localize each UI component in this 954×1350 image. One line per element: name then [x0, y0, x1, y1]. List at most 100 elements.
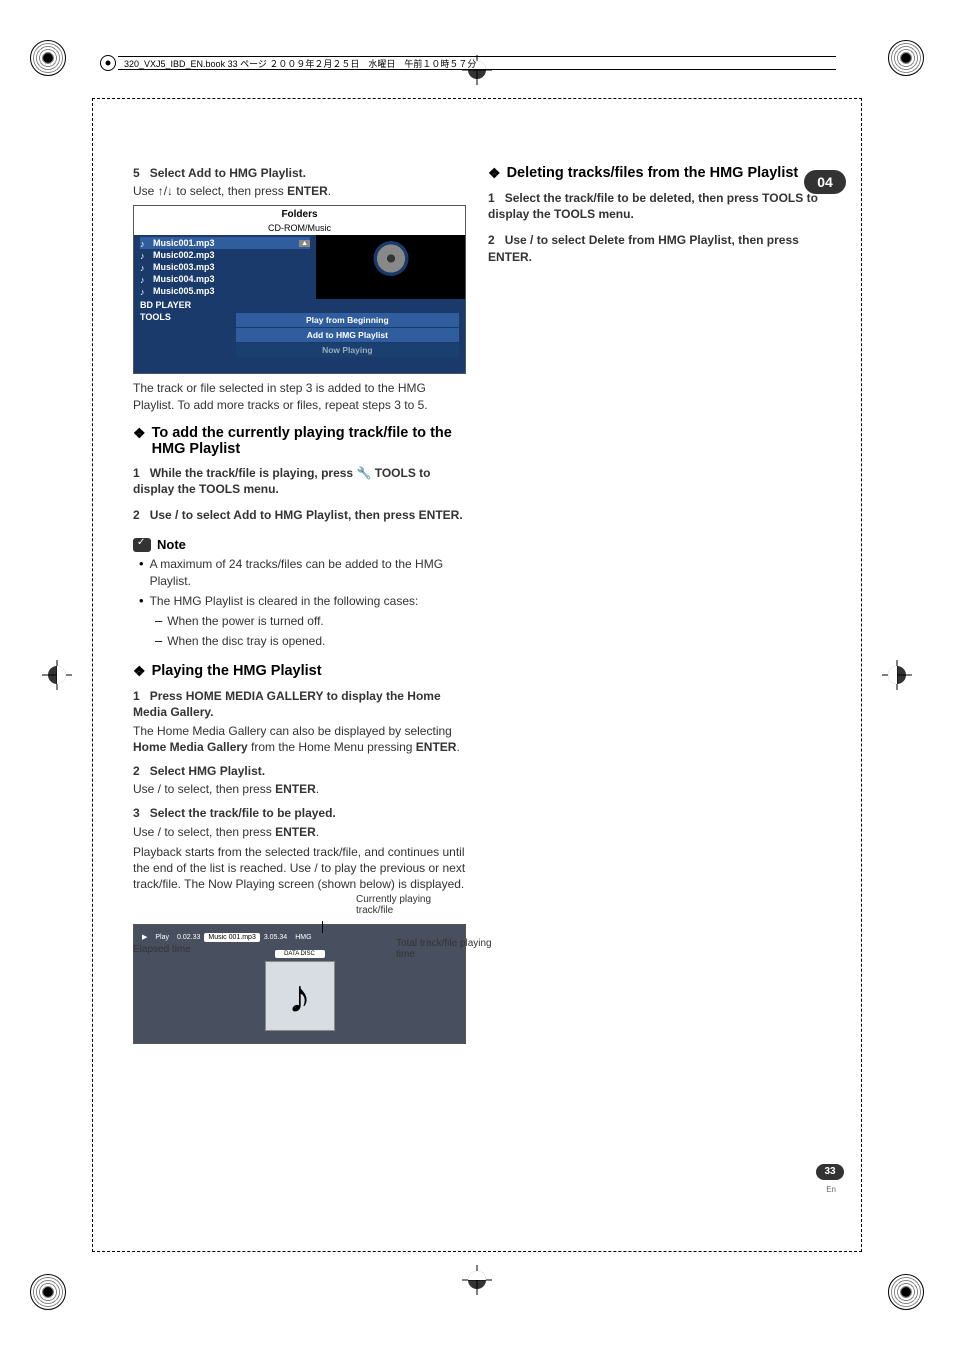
play-s2-text: Select HMG Playlist. [150, 764, 265, 778]
heading-delete: ❖ Deleting tracks/files from the HMG Pla… [488, 165, 821, 182]
del-step2: 2 Use / to select Delete from HMG Playli… [488, 232, 821, 264]
del-s1-num: 1 [488, 191, 495, 205]
del-s1-text: Select the track/file to be deleted, the… [488, 191, 818, 221]
add-step1-a: While the track/file is playing, press [150, 466, 357, 480]
right-column: ❖ Deleting tracks/files from the HMG Pla… [488, 165, 821, 267]
crop-cross-right [882, 660, 912, 690]
note-label: Note [157, 537, 186, 552]
left-column: 5 Select Add to HMG Playlist. Use ↑/↓ to… [133, 165, 466, 1052]
diamond-bullet-icon: ❖ [488, 165, 501, 182]
np-disc: DATA DISC [275, 950, 325, 958]
osd-item-0: Music001.mp3 [153, 238, 215, 248]
play-s1-c: from the Home Menu pressing [248, 740, 416, 754]
play-s2-d: . [316, 782, 319, 796]
np-label-right: Total track/file playing time [396, 938, 496, 960]
add-step1-num: 1 [133, 466, 140, 480]
osd-item-3: Music004.mp3 [153, 274, 215, 284]
registration-target-br [888, 1274, 924, 1310]
play-s1-text: Press HOME MEDIA GALLERY to display the … [133, 689, 441, 719]
osd-item-2: Music003.mp3 [153, 262, 215, 272]
play-s2-body: Use / to select, then press ENTER. [133, 781, 466, 797]
music-note-icon: ♪ [140, 275, 148, 283]
np-album-art: ♪ [265, 961, 335, 1031]
add-step1: 1 While the track/file is playing, press… [133, 465, 466, 497]
note-b1-text: A maximum of 24 tracks/files can be adde… [150, 556, 466, 588]
note-dash-2: –When the disc tray is opened. [155, 633, 466, 651]
osd-preview [316, 235, 465, 299]
crop-line-top [92, 98, 862, 99]
note-b2-text: The HMG Playlist is cleared in the follo… [150, 593, 419, 609]
after-step5-text: The track or file selected in step 3 is … [133, 380, 466, 412]
page-number-badge: 33 [816, 1164, 844, 1180]
np-play-label: Play [155, 934, 169, 941]
osd-screenshot: Folders CD-ROM/Music ♪Music001.mp3▲ ♪Mus… [133, 205, 466, 374]
osd-menu-0: Play from Beginning [236, 313, 459, 327]
crop-line-right [861, 98, 862, 1252]
registration-target-tr [888, 40, 924, 76]
play-s3-num: 3 [133, 806, 140, 820]
play-step2: 2 Select HMG Playlist. [133, 763, 466, 779]
crop-line-bottom [92, 1251, 862, 1252]
step5-line: 5 Select Add to HMG Playlist. [133, 165, 466, 181]
crop-cross-bottom [462, 1265, 492, 1295]
np-track: Music 001.mp3 [204, 933, 259, 942]
play-s2-num: 2 [133, 764, 140, 778]
note-icon [133, 538, 151, 552]
osd-item-4: Music005.mp3 [153, 286, 215, 296]
play-s1-d: . [456, 740, 459, 754]
content-area: 04 33 En 5 Select Add to HMG Playlist. U… [133, 165, 844, 1185]
osd-tools-menu: Play from Beginning Add to HMG Playlist … [236, 312, 459, 358]
osd-file-list: ♪ Music001.mp3 ▲ ♪ Music002.mp3 ♪ Music003.m… [134, 235, 316, 299]
np-elapsed: 0.02.33 [177, 934, 200, 941]
music-note-icon: ♪ [140, 239, 148, 247]
step5-enter: ENTER [287, 184, 328, 198]
music-note-icon: ♪ [288, 969, 311, 1023]
crop-line-left [92, 98, 93, 1252]
header-target-icon [100, 55, 116, 71]
chapter-badge: 04 [804, 170, 846, 194]
osd-bottom-bar [134, 359, 465, 373]
heading-play-text: Playing the HMG Playlist [152, 663, 322, 679]
step5-title: Select Add to HMG Playlist. [150, 166, 306, 180]
scroll-up-icon: ▲ [299, 240, 310, 247]
page-lang: En [826, 1185, 836, 1194]
registration-target-tl [30, 40, 66, 76]
play-step1: 1 Press HOME MEDIA GALLERY to display th… [133, 688, 466, 720]
note-bullet-1: •A maximum of 24 tracks/files can be add… [139, 556, 466, 590]
play-s3-text: Select the track/file to be played. [150, 806, 336, 820]
play-icon: ▶ [142, 933, 147, 941]
play-after-text: Playback starts from the selected track/… [133, 844, 466, 893]
play-s3-enter: ENTER [275, 825, 316, 839]
add-step2-num: 2 [133, 508, 140, 522]
heading-delete-text: Deleting tracks/files from the HMG Playl… [507, 165, 799, 181]
note-d2-text: When the disc tray is opened. [167, 633, 325, 649]
osd-item-1: Music002.mp3 [153, 250, 215, 260]
play-s1-body: The Home Media Gallery can also be displ… [133, 723, 466, 755]
osd-menu-1: Add to HMG Playlist [236, 328, 459, 342]
play-s1-bold: Home Media Gallery [133, 740, 248, 754]
header-text: 320_VXJ5_IBD_EN.book 33 ページ ２００９年２月２５日 水… [124, 57, 476, 70]
step5-number: 5 [133, 166, 140, 180]
step5-body-c: to select, then press [173, 184, 287, 198]
add-step2-text: Use / to select Add to HMG Playlist, the… [150, 508, 463, 522]
disc-icon [373, 241, 408, 276]
diamond-bullet-icon: ❖ [133, 663, 146, 680]
osd-path: CD-ROM/Music [134, 223, 465, 233]
music-note-icon: ♪ [140, 251, 148, 259]
music-note-icon: ♪ [140, 287, 148, 295]
leader-line-top [322, 921, 323, 933]
diamond-bullet-icon: ❖ [133, 425, 146, 442]
del-s2-num: 2 [488, 233, 495, 247]
del-step1: 1 Select the track/file to be deleted, t… [488, 190, 821, 222]
header-bar: 320_VXJ5_IBD_EN.book 33 ページ ２００９年２月２５日 水… [118, 56, 836, 70]
play-s2-b: Use / to select, then press [133, 782, 275, 796]
play-s3-d: . [316, 825, 319, 839]
step5-body-a: Use [133, 184, 158, 198]
play-s1-b: The Home Media Gallery can also be displ… [133, 724, 452, 738]
np-label-left: Elapsed time [133, 944, 191, 955]
note-bullet-2: •The HMG Playlist is cleared in the foll… [139, 593, 466, 611]
step5-body-d: . [328, 184, 331, 198]
add-step2: 2 Use / to select Add to HMG Playlist, t… [133, 507, 466, 523]
heading-add-playing-text: To add the currently playing track/file … [152, 425, 466, 457]
note-heading: Note [133, 537, 466, 552]
